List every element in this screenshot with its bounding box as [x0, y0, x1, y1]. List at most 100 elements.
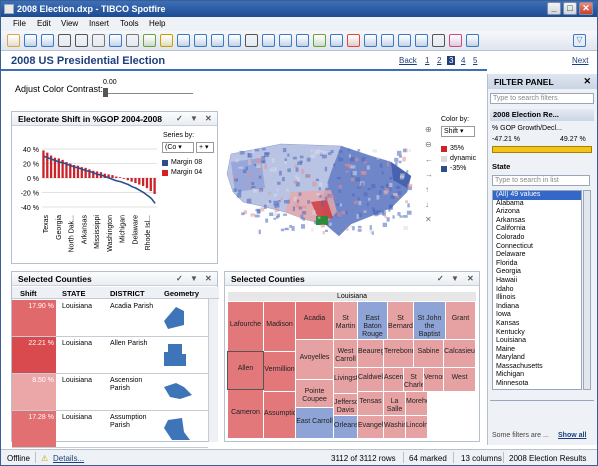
close-window-button[interactable]: ✕ [579, 2, 593, 15]
treemap-cell[interactable]: Cameron [228, 390, 263, 438]
close-icon[interactable]: ✕ [467, 274, 474, 283]
state-list-item[interactable]: Delaware [493, 251, 581, 260]
treemap-cell[interactable]: Sabine [414, 340, 443, 367]
pan-up-icon[interactable]: ↑ [425, 182, 435, 197]
filter-search-input[interactable]: Type to search filters [490, 93, 594, 104]
treemap[interactable]: Lafourche Madison Acadia St Martin East Bato… [227, 302, 476, 439]
treemap-group-header[interactable]: Louisiana [228, 292, 476, 301]
treemap-cell[interactable]: St Bernard [388, 302, 413, 339]
treemap-cell[interactable]: East Baton Rouge [358, 302, 387, 339]
contrast-slider[interactable] [103, 88, 193, 97]
toolbar-button-icon[interactable] [92, 34, 105, 47]
treemap-cell[interactable]: Tensas [358, 392, 383, 415]
table-row[interactable]: 17.28 % Louisiana Assumption Parish [12, 411, 208, 448]
treemap-cell[interactable]: Terrebonne [384, 340, 413, 367]
treemap-cell[interactable]: Orleans [334, 416, 357, 438]
us-county-map[interactable] [221, 132, 421, 242]
page-link-5[interactable]: 5 [473, 56, 477, 65]
table-row[interactable]: 22.21 % Louisiana Allen Parish [12, 337, 208, 374]
treemap-cell[interactable]: Beauregard [358, 340, 383, 367]
state-list-item[interactable]: Louisiana [493, 337, 581, 346]
check-icon[interactable]: ✓ [176, 114, 183, 123]
menu-tools[interactable]: Tools [120, 19, 139, 28]
treemap-cell[interactable]: Evangeline [358, 416, 383, 438]
treemap-cell[interactable]: Vernon [424, 368, 443, 391]
toolbar-button-icon[interactable] [296, 34, 309, 47]
toolbar-button-icon[interactable] [364, 34, 377, 47]
treemap-cell[interactable]: St John the Baptist [414, 302, 445, 339]
toolbar-button-icon[interactable] [347, 34, 360, 47]
menu-insert[interactable]: Insert [89, 19, 109, 28]
menu-arrow-icon[interactable]: ▼ [190, 114, 198, 123]
state-list-item[interactable]: Arkansas [493, 217, 581, 226]
treemap-cell[interactable]: Livingston [334, 368, 357, 393]
series-by-select[interactable]: (Co ▾ [162, 142, 194, 153]
col-header-geometry[interactable]: Geometry [164, 289, 199, 298]
col-header-state[interactable]: STATE [62, 289, 85, 298]
color-by-select[interactable]: Shift ▾ [441, 126, 475, 137]
slider-thumb[interactable] [103, 88, 108, 97]
toolbar-button-icon[interactable] [109, 34, 122, 47]
treemap-cell[interactable]: St Martin [334, 302, 357, 339]
toolbar-button-icon[interactable] [449, 34, 462, 47]
treemap-cell[interactable]: East Carroll [296, 408, 333, 438]
close-icon[interactable]: ✕ [205, 274, 212, 283]
toolbar-button-icon[interactable] [279, 34, 292, 47]
toolbar-button-icon[interactable] [24, 34, 37, 47]
toolbar-button-icon[interactable] [245, 34, 258, 47]
toolbar-button-icon[interactable] [7, 34, 20, 47]
pan-down-icon[interactable]: ↓ [425, 197, 435, 212]
page-link-2[interactable]: 2 [437, 56, 441, 65]
state-list-item[interactable]: Indiana [493, 303, 581, 312]
toolbar-button-icon[interactable] [432, 34, 445, 47]
treemap-cell[interactable]: Vermillion [264, 352, 295, 391]
treemap-cell[interactable]: Jefferson Davis [334, 394, 357, 415]
menu-view[interactable]: View [61, 19, 78, 28]
treemap-cell[interactable]: Assumption [264, 392, 295, 438]
menu-edit[interactable]: Edit [37, 19, 51, 28]
page-link-3[interactable]: 3 [447, 56, 456, 65]
bar-chart[interactable]: 40 % 20 % 0 % -20 % -40 % Texas Georgia North D… [12, 127, 162, 263]
toolbar-button-icon[interactable] [58, 34, 71, 47]
toolbar-button-icon[interactable] [313, 34, 326, 47]
toolbar-button-icon[interactable] [466, 34, 479, 47]
menu-help[interactable]: Help [149, 19, 165, 28]
table-row[interactable]: 17.90 % Louisiana Acadia Parish [12, 300, 208, 337]
state-list-item[interactable]: California [493, 225, 581, 234]
menu-file[interactable]: File [13, 19, 26, 28]
toolbar-button-icon[interactable] [177, 34, 190, 47]
state-list-item[interactable]: Alabama [493, 200, 581, 209]
toolbar-button-icon[interactable] [143, 34, 156, 47]
close-icon[interactable]: ✕ [205, 114, 212, 123]
toolbar-button-icon[interactable] [160, 34, 173, 47]
menu-arrow-icon[interactable]: ▼ [451, 274, 459, 283]
pan-left-icon[interactable]: ← [425, 152, 435, 167]
back-link[interactable]: Back [399, 56, 417, 65]
state-list-item[interactable]: Arizona [493, 208, 581, 217]
toolbar-button-icon[interactable] [211, 34, 224, 47]
treemap-cell[interactable]: Grant [446, 302, 475, 339]
filter-toggle-icon[interactable]: ▽ [573, 34, 586, 47]
state-list-item[interactable]: Illinois [493, 294, 581, 303]
treemap-cell[interactable]: Acadia [296, 302, 333, 339]
table-row[interactable]: 8.50 % Louisiana Ascension Parish [12, 374, 208, 411]
close-icon[interactable]: ✕ [583, 76, 591, 87]
treemap-cell[interactable]: Ascension [384, 368, 403, 391]
treemap-cell[interactable]: La Salle [384, 392, 405, 415]
state-search-input[interactable]: Type to search in list [492, 175, 590, 186]
state-list-item[interactable]: Connecticut [493, 243, 581, 252]
treemap-cell[interactable]: West Carroll [334, 340, 357, 367]
toolbar-button-icon[interactable] [75, 34, 88, 47]
page-link-1[interactable]: 1 [425, 56, 429, 65]
state-list-item[interactable]: Minnesota [493, 380, 581, 389]
state-list-item[interactable]: Kentucky [493, 329, 581, 338]
treemap-cell[interactable]: Allen [227, 351, 264, 390]
toolbar-button-icon[interactable] [262, 34, 275, 47]
zoom-in-icon[interactable]: ⊕ [425, 122, 435, 137]
gop-range-slider[interactable] [492, 146, 592, 153]
treemap-cell[interactable]: Washington [384, 416, 405, 438]
state-list-item[interactable]: (All) 49 values [493, 191, 581, 200]
treemap-cell[interactable]: Madison [264, 302, 295, 351]
toolbar-button-icon[interactable] [381, 34, 394, 47]
treemap-cell[interactable]: West [444, 368, 475, 391]
